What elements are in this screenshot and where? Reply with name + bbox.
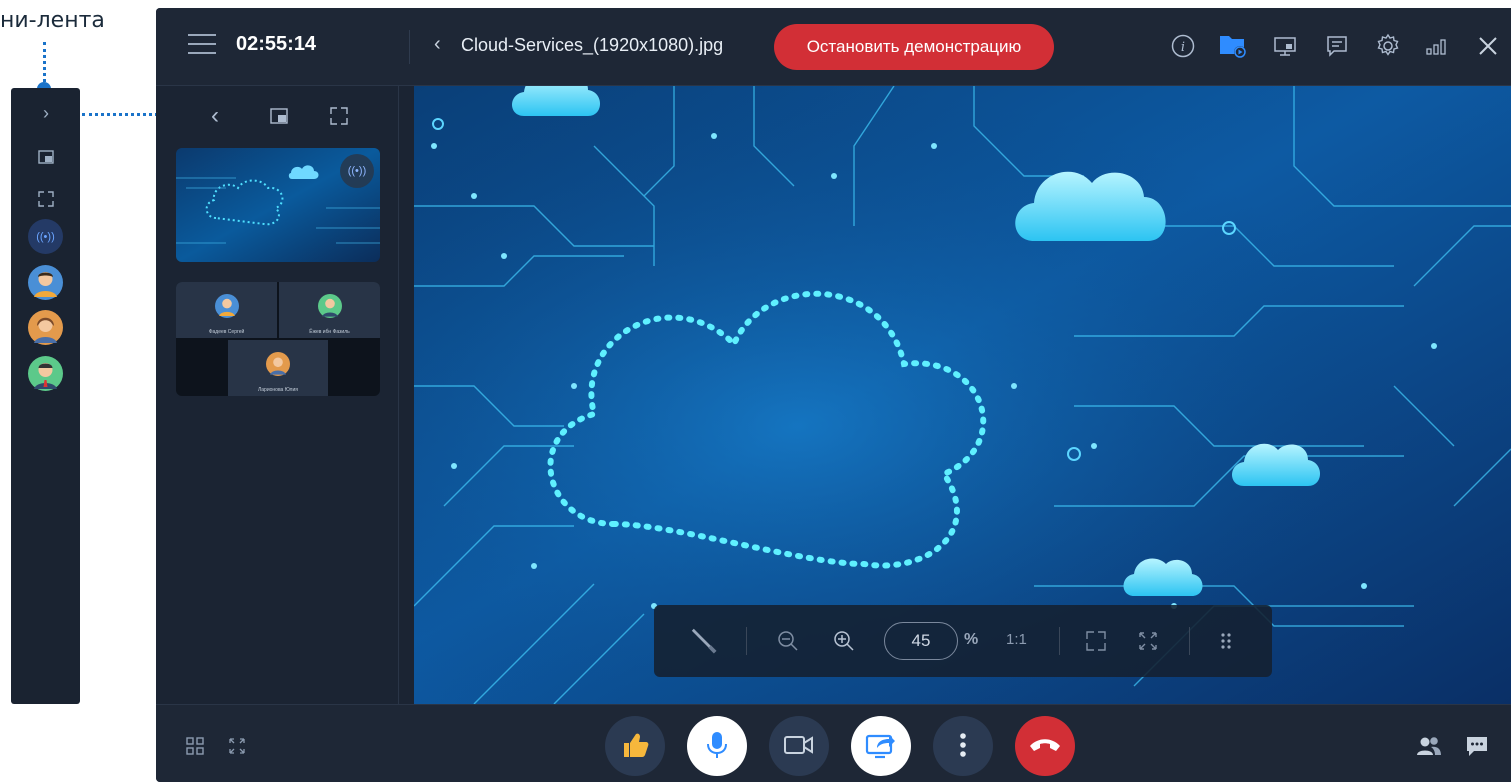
chat-list-icon[interactable] (1323, 32, 1351, 60)
participant-tile: Ларионова Юлия (228, 340, 328, 396)
annotation-label: ни-лента (0, 8, 105, 33)
divider (1189, 627, 1190, 655)
share-screen-icon (865, 730, 897, 763)
screen: ни-лента › ((•)) 02:55:14 ‹ Cloud-Servic… (0, 0, 1511, 782)
call-timer: 02:55:14 (236, 33, 317, 55)
folder-play-icon[interactable] (1219, 32, 1247, 60)
avatar (266, 352, 290, 376)
actual-size-button[interactable]: 1:1 (1006, 631, 1027, 648)
chevron-right-icon[interactable]: › (35, 102, 57, 124)
signal-icon[interactable] (1423, 32, 1451, 60)
grid-layout-icon[interactable] (184, 735, 206, 757)
avatar[interactable] (28, 310, 63, 345)
stop-demonstration-button[interactable]: Остановить демонстрацию (774, 24, 1054, 70)
share-screen-button[interactable] (851, 716, 911, 776)
participants-icon[interactable] (1415, 735, 1443, 757)
fullscreen-icon[interactable] (1134, 627, 1162, 655)
live-stream-icon[interactable]: ((•)) (28, 219, 63, 254)
avatar[interactable] (28, 356, 63, 391)
expand-icon[interactable] (326, 103, 352, 129)
avatar (214, 294, 239, 318)
shared-image: % 1:1 (414, 86, 1511, 704)
reaction-button[interactable] (605, 716, 665, 776)
chevron-left-icon[interactable]: ‹ (434, 33, 441, 56)
thumbs-up-icon (620, 730, 650, 763)
info-icon[interactable]: i (1169, 32, 1197, 60)
drag-handle-icon[interactable] (1212, 627, 1240, 655)
presentation-thumbnail[interactable]: ((•)) (176, 148, 380, 262)
zoom-in-icon[interactable] (830, 627, 858, 655)
participant-name: Ларионова Юлия (258, 387, 298, 393)
participant-tile: Фадеев Сергей (176, 282, 277, 338)
zoom-out-icon[interactable] (774, 627, 802, 655)
fullscreen-icon[interactable] (226, 735, 248, 757)
pip-icon[interactable] (35, 146, 57, 168)
participant-name: Ёжев ибн Фазиль (309, 329, 350, 335)
live-stream-icon: ((•)) (340, 154, 374, 188)
avatar[interactable] (28, 265, 63, 300)
settings-icon[interactable] (1374, 32, 1402, 60)
divider (1059, 627, 1060, 655)
mini-strip: › ((•)) (11, 88, 80, 704)
collapse-panel-icon[interactable]: ‹ (202, 102, 228, 129)
microphone-icon (704, 730, 730, 763)
pen-icon[interactable] (690, 627, 718, 655)
participant-tile: Ёжев ибн Фазиль (279, 282, 380, 338)
divider (409, 30, 410, 64)
participants-thumbnail[interactable]: Фадеев Сергей Ёжев ибн Фазиль Ларионова … (176, 282, 380, 396)
camera-button[interactable] (769, 716, 829, 776)
close-icon[interactable] (1474, 32, 1502, 60)
zoom-toolbar: % 1:1 (654, 605, 1272, 677)
more-icon (959, 732, 967, 761)
hangup-button[interactable] (1015, 716, 1075, 776)
zoom-value-input[interactable] (884, 622, 958, 660)
menu-icon[interactable] (188, 34, 216, 56)
divider (746, 627, 747, 655)
pip-icon[interactable] (266, 103, 292, 129)
bottom-bar (156, 704, 1511, 782)
fit-screen-icon[interactable] (1082, 627, 1110, 655)
microphone-button[interactable] (687, 716, 747, 776)
file-name: Cloud-Services_(1920x1080).jpg (461, 35, 724, 55)
camera-icon (783, 733, 815, 760)
conference-window: 02:55:14 ‹ Cloud-Services_(1920x1080).jp… (156, 8, 1511, 782)
chat-icon[interactable] (1464, 735, 1490, 757)
zoom-percent-label: % (964, 631, 979, 648)
preview-panel: ‹ ((•)) Фадеев Сергей Ёжев ибн Фазиль Ла… (156, 86, 399, 704)
expand-icon[interactable] (35, 188, 57, 210)
participant-name: Фадеев Сергей (208, 329, 245, 335)
avatar (317, 294, 342, 318)
annotation-connector-vertical (43, 42, 46, 82)
more-button[interactable] (933, 716, 993, 776)
svg-text:i: i (1181, 40, 1185, 55)
top-bar: 02:55:14 ‹ Cloud-Services_(1920x1080).jp… (156, 8, 1511, 86)
screen-share-icon[interactable] (1271, 32, 1299, 60)
hangup-icon (1028, 736, 1062, 757)
